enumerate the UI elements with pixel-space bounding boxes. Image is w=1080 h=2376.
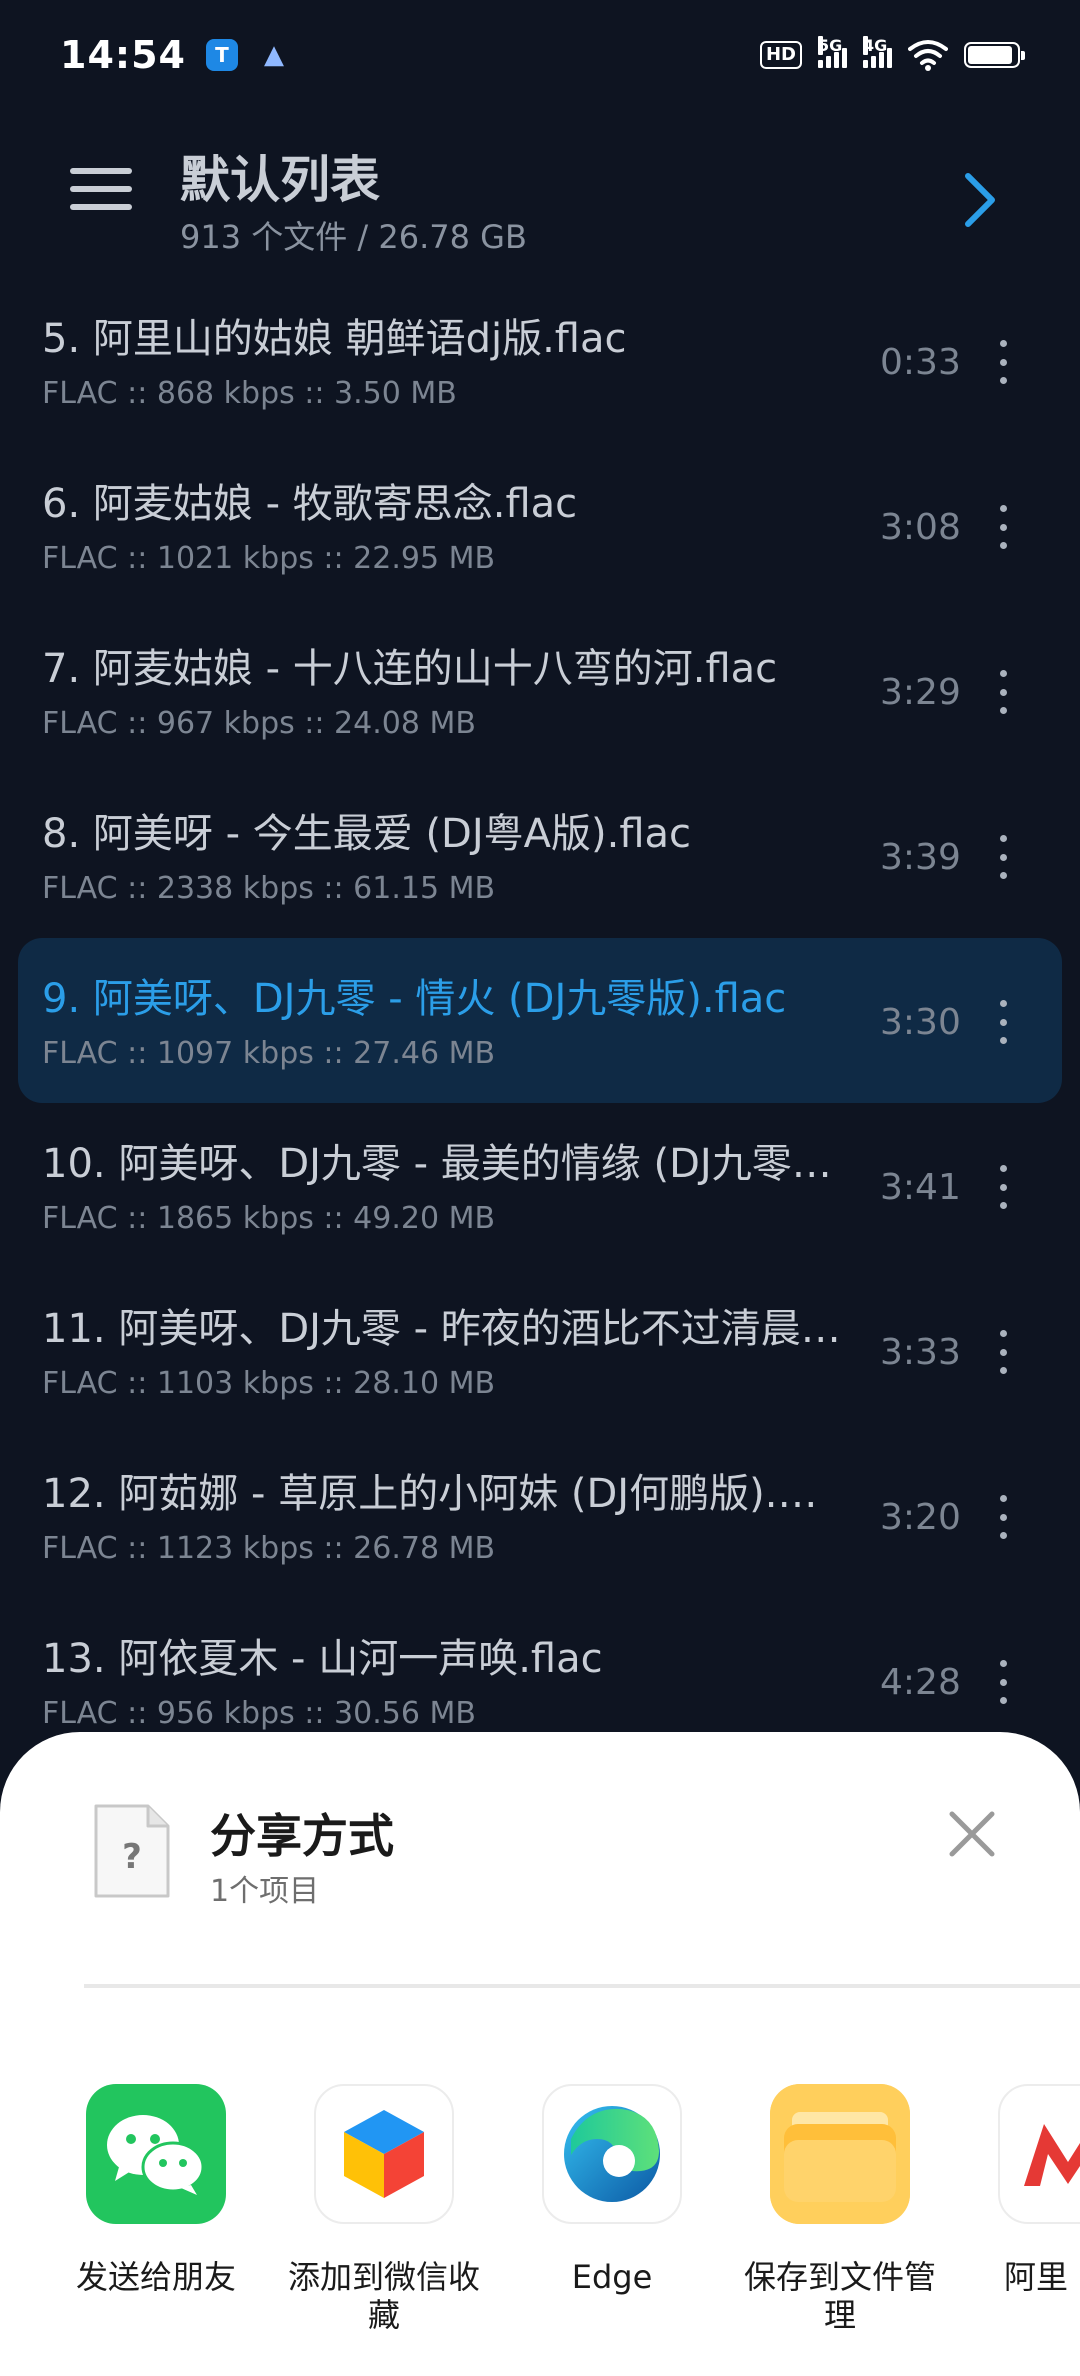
app-notification-icon: T — [205, 39, 238, 71]
share-app-file-manager[interactable]: 保存到文件管理 — [730, 2084, 950, 2334]
more-options-icon[interactable] — [996, 1330, 1010, 1374]
wifi-icon — [908, 40, 948, 71]
edge-icon — [542, 2084, 682, 2224]
more-options-icon[interactable] — [996, 1495, 1010, 1539]
share-app-label: 添加到微信收藏 — [287, 2258, 480, 2334]
track-duration: 3:20 — [880, 1497, 961, 1538]
more-options-icon[interactable] — [996, 1660, 1010, 1704]
track-row[interactable]: 7. 阿麦姑娘 - 十八连的山十八弯的河.flac FLAC :: 967 kb… — [0, 608, 1080, 773]
track-row[interactable]: 5. 阿里山的姑娘 朝鲜语dj版.flac FLAC :: 868 kbps :… — [0, 278, 1080, 443]
share-app-label: Edge — [571, 2258, 653, 2296]
rocket-notification-icon: ▲ — [263, 40, 284, 70]
track-title: 6. 阿麦姑娘 - 牧歌寄思念.flac — [42, 481, 578, 527]
more-options-icon[interactable] — [996, 1000, 1010, 1044]
track-row[interactable]: 12. 阿茹娜 - 草原上的小阿妹 (DJ何鹏版).flac FLAC :: 1… — [0, 1433, 1080, 1598]
track-row[interactable]: 6. 阿麦姑娘 - 牧歌寄思念.flac FLAC :: 1021 kbps :… — [0, 443, 1080, 608]
more-options-icon[interactable] — [996, 340, 1010, 384]
more-options-icon[interactable] — [996, 670, 1010, 714]
track-row-now-playing[interactable]: 9. 阿美呀、DJ九零 - 情火 (DJ九零版).flac FLAC :: 10… — [18, 938, 1062, 1103]
track-title: 11. 阿美呀、DJ九零 - 昨夜的酒比不过清晨… — [42, 1306, 841, 1352]
share-app-edge[interactable]: Edge — [502, 2084, 722, 2296]
track-duration: 3:39 — [880, 837, 961, 878]
status-time: 14:54 — [60, 33, 186, 77]
track-meta: FLAC :: 1021 kbps :: 22.95 MB — [42, 541, 496, 576]
track-title: 12. 阿茹娜 - 草原上的小阿妹 (DJ何鹏版).flac — [42, 1471, 842, 1517]
track-meta: FLAC :: 868 kbps :: 3.50 MB — [42, 376, 457, 411]
wechat-favorites-icon — [314, 2084, 454, 2224]
hd-voice-badge: HD — [759, 41, 802, 69]
file-manager-icon — [770, 2084, 910, 2224]
track-duration: 3:30 — [880, 1002, 961, 1043]
share-sheet: ? 分享方式 1个项目 发送给朋友 添加到微信收藏 Edge 保存到文件管理 阿… — [0, 1732, 1080, 2376]
share-app-wechat[interactable]: 发送给朋友 — [46, 2084, 266, 2296]
playlist-header: 默认列表 913 个文件 / 26.78 GB — [0, 130, 1080, 260]
more-options-icon[interactable] — [996, 1165, 1010, 1209]
track-meta: FLAC :: 967 kbps :: 24.08 MB — [42, 706, 476, 741]
track-row[interactable]: 8. 阿美呀 - 今生最爱 (DJ粤A版).flac FLAC :: 2338 … — [0, 773, 1080, 938]
share-apps-row: 发送给朋友 添加到微信收藏 Edge 保存到文件管理 阿里 — [0, 2084, 1080, 2344]
unknown-file-icon: ? — [94, 1804, 170, 1898]
track-row[interactable]: 11. 阿美呀、DJ九零 - 昨夜的酒比不过清晨… FLAC :: 1103 k… — [0, 1268, 1080, 1433]
track-list: 5. 阿里山的姑娘 朝鲜语dj版.flac FLAC :: 868 kbps :… — [0, 278, 1080, 1763]
close-icon[interactable] — [946, 1808, 998, 1860]
playlist-summary: 913 个文件 / 26.78 GB — [180, 218, 527, 256]
status-indicators: HD 5G 4G — [759, 36, 1025, 71]
wechat-icon — [86, 2084, 226, 2224]
menu-icon[interactable] — [70, 168, 132, 216]
playlist-title: 默认列表 — [180, 151, 380, 209]
track-meta: FLAC :: 1123 kbps :: 26.78 MB — [42, 1531, 496, 1566]
share-title: 分享方式 — [210, 1809, 394, 1863]
track-title: 8. 阿美呀 - 今生最爱 (DJ粤A版).flac — [42, 811, 692, 857]
track-meta: FLAC :: 1103 kbps :: 28.10 MB — [42, 1366, 496, 1401]
track-meta: FLAC :: 2338 kbps :: 61.15 MB — [42, 871, 496, 906]
track-title: 7. 阿麦姑娘 - 十八连的山十八弯的河.flac — [42, 646, 778, 692]
more-options-icon[interactable] — [996, 505, 1010, 549]
share-app-label: 保存到文件管理 — [743, 2258, 936, 2334]
track-duration: 3:33 — [880, 1332, 961, 1373]
track-title: 13. 阿依夏木 - 山河一声唤.flac — [42, 1636, 603, 1682]
signal-4g-icon: 4G — [863, 36, 892, 68]
track-duration: 3:41 — [880, 1167, 961, 1208]
track-row[interactable]: 10. 阿美呀、DJ九零 - 最美的情缘 (DJ九零… FLAC :: 1865… — [0, 1103, 1080, 1268]
track-meta: FLAC :: 956 kbps :: 30.56 MB — [42, 1696, 476, 1731]
track-duration: 3:08 — [880, 507, 961, 548]
share-app-label: 阿里 — [1004, 2258, 1069, 2296]
status-bar: 14:54 T ▲ HD 5G 4G — [0, 0, 1080, 110]
track-duration: 3:29 — [880, 672, 961, 713]
alibaba-icon — [998, 2084, 1080, 2224]
share-app-wechat-favorites[interactable]: 添加到微信收藏 — [274, 2084, 494, 2334]
share-item-count: 1个项目 — [210, 1874, 320, 1909]
track-title: 5. 阿里山的姑娘 朝鲜语dj版.flac — [42, 316, 627, 362]
signal-5g-icon: 5G — [818, 36, 847, 68]
chevron-right-icon[interactable] — [962, 170, 998, 230]
more-options-icon[interactable] — [996, 835, 1010, 879]
track-duration: 4:28 — [880, 1662, 961, 1703]
track-meta: FLAC :: 1097 kbps :: 27.46 MB — [42, 1036, 496, 1071]
track-title: 9. 阿美呀、DJ九零 - 情火 (DJ九零版).flac — [42, 976, 787, 1022]
share-app-alibaba[interactable]: 阿里 — [958, 2084, 1080, 2296]
track-meta: FLAC :: 1865 kbps :: 49.20 MB — [42, 1201, 496, 1236]
share-app-label: 发送给朋友 — [75, 2258, 236, 2296]
battery-icon — [964, 42, 1025, 68]
svg-text:?: ? — [122, 1837, 142, 1877]
track-title: 10. 阿美呀、DJ九零 - 最美的情缘 (DJ九零… — [42, 1141, 832, 1187]
track-duration: 0:33 — [880, 342, 961, 383]
share-divider — [84, 1984, 1080, 1988]
